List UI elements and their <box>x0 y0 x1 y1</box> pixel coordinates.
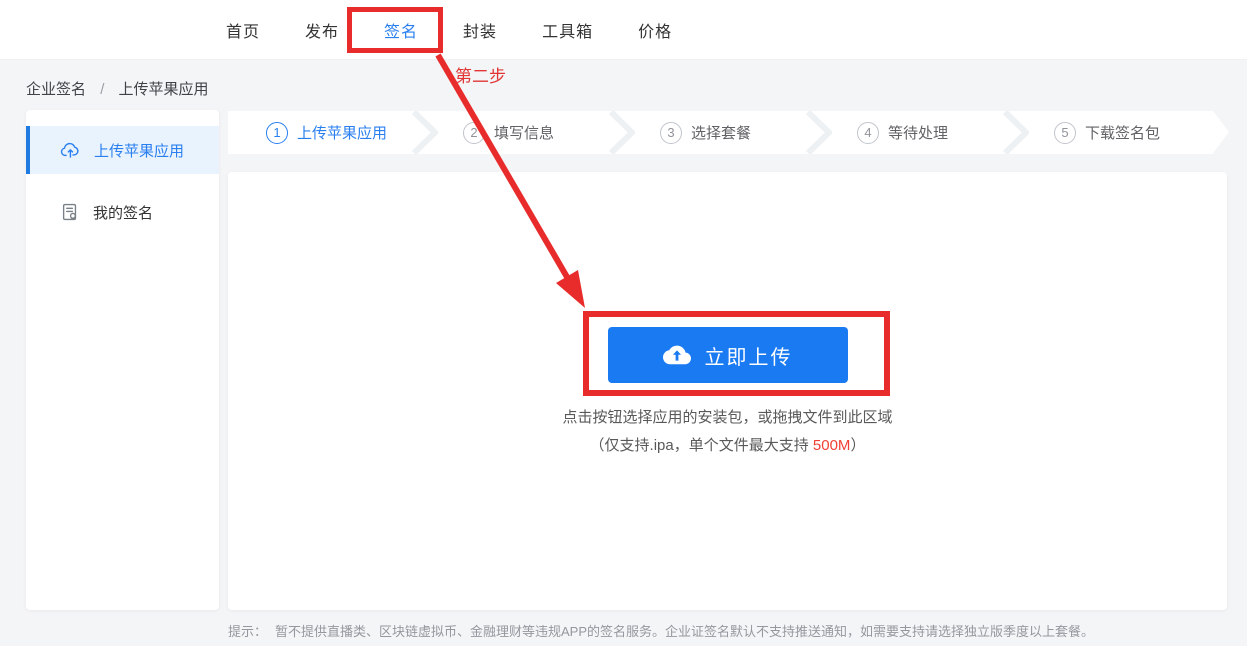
step-number: 3 <box>660 121 682 144</box>
tab-label: 发布 <box>305 24 340 41</box>
sidebar-item-label: 我的签名 <box>93 204 154 222</box>
sidebar: 上传苹果应用 我的签名 <box>26 110 219 610</box>
tab-label: 首页 <box>226 24 261 41</box>
tab-label: 工具箱 <box>542 24 594 41</box>
step-label: 等待处理 <box>888 125 949 142</box>
upload-drop-zone[interactable]: 立即上传 点击按钮选择应用的安装包，或拖拽文件到此区域 （仅支持.ipa，单个文… <box>228 172 1227 610</box>
upload-now-button[interactable]: 立即上传 <box>607 327 848 383</box>
footer-disclaimer: 提示： 暂不提供直播类、区块链虚拟币、金融理财等违规APP的签名服务。企业证签名默… <box>228 621 1094 640</box>
tab-publish[interactable]: 发布 <box>305 0 339 60</box>
step-4-wait-processing: 4 等待处理 <box>819 111 1029 154</box>
step-1-upload: 1 上传苹果应用 <box>228 111 438 154</box>
sidebar-item-label: 上传苹果应用 <box>94 142 185 160</box>
tab-label: 价格 <box>638 24 673 41</box>
step-5-download-package: 5 下载签名包 <box>1016 111 1213 154</box>
chevron-right-icon <box>1003 111 1029 154</box>
sidebar-item-my-signatures[interactable]: 我的签名 <box>26 188 219 236</box>
upload-instruction-line1: 点击按钮选择应用的安装包，或拖拽文件到此区域 <box>562 409 893 426</box>
main-nav: 首页 发布 签名 封装 工具箱 价格 <box>226 0 672 60</box>
chevron-right-icon <box>806 111 832 154</box>
cloud-upload-icon <box>60 142 79 158</box>
breadcrumb-enterprise-signature[interactable]: 企业签名 <box>26 81 86 98</box>
step-number: 5 <box>1054 121 1076 144</box>
step-number: 2 <box>463 121 485 144</box>
tab-package[interactable]: 封装 <box>463 0 497 60</box>
step-2-fill-info: 2 填写信息 <box>425 111 635 154</box>
signature-doc-icon <box>62 203 77 221</box>
tab-toolbox[interactable]: 工具箱 <box>542 0 593 60</box>
sidebar-item-upload-apple-app[interactable]: 上传苹果应用 <box>26 126 219 174</box>
tab-price[interactable]: 价格 <box>638 0 672 60</box>
tab-signature[interactable]: 签名 <box>378 0 425 60</box>
upload-instruction-line2: （仅支持.ipa，单个文件最大支持 500M） <box>590 434 866 455</box>
breadcrumb: 企业签名 / 上传苹果应用 <box>26 78 209 99</box>
footer-disclaimer-prefix: 提示： <box>228 624 268 639</box>
instruction-prefix: （仅支持.ipa，单个文件最大支持 <box>589 437 813 454</box>
step-two-annotation: 第二步 <box>455 67 506 86</box>
step-label: 选择套餐 <box>691 125 752 142</box>
step-number: 4 <box>857 121 879 144</box>
top-header: 首页 发布 签名 封装 工具箱 价格 <box>0 0 1247 60</box>
instruction-suffix: ） <box>850 437 866 454</box>
chevron-right-icon <box>609 111 635 154</box>
tab-home[interactable]: 首页 <box>226 0 260 60</box>
tab-label: 封装 <box>463 24 498 41</box>
step-label: 填写信息 <box>494 125 555 142</box>
page: 首页 发布 签名 封装 工具箱 价格 企业签名 / 上传苹果应用 上传苹果应用 <box>0 0 1247 646</box>
breadcrumb-separator: / <box>100 81 105 98</box>
step-3-choose-plan: 3 选择套餐 <box>622 111 832 154</box>
steps-bar: 1 上传苹果应用 2 填写信息 3 选择套餐 4 等待处理 5 下载签名包 <box>228 111 1229 154</box>
breadcrumb-upload-app[interactable]: 上传苹果应用 <box>119 81 209 98</box>
step-label: 下载签名包 <box>1085 125 1161 142</box>
upload-button-label: 立即上传 <box>704 346 793 369</box>
size-limit-value: 500M <box>812 437 851 454</box>
step-label: 上传苹果应用 <box>297 125 388 142</box>
chevron-right-icon <box>412 111 438 154</box>
tab-label: 签名 <box>378 18 425 53</box>
footer-disclaimer-text: 暂不提供直播类、区块链虚拟币、金融理财等违规APP的签名服务。企业证签名默认不支… <box>275 624 1095 639</box>
step-number: 1 <box>266 121 288 144</box>
cloud-upload-icon <box>662 345 691 364</box>
